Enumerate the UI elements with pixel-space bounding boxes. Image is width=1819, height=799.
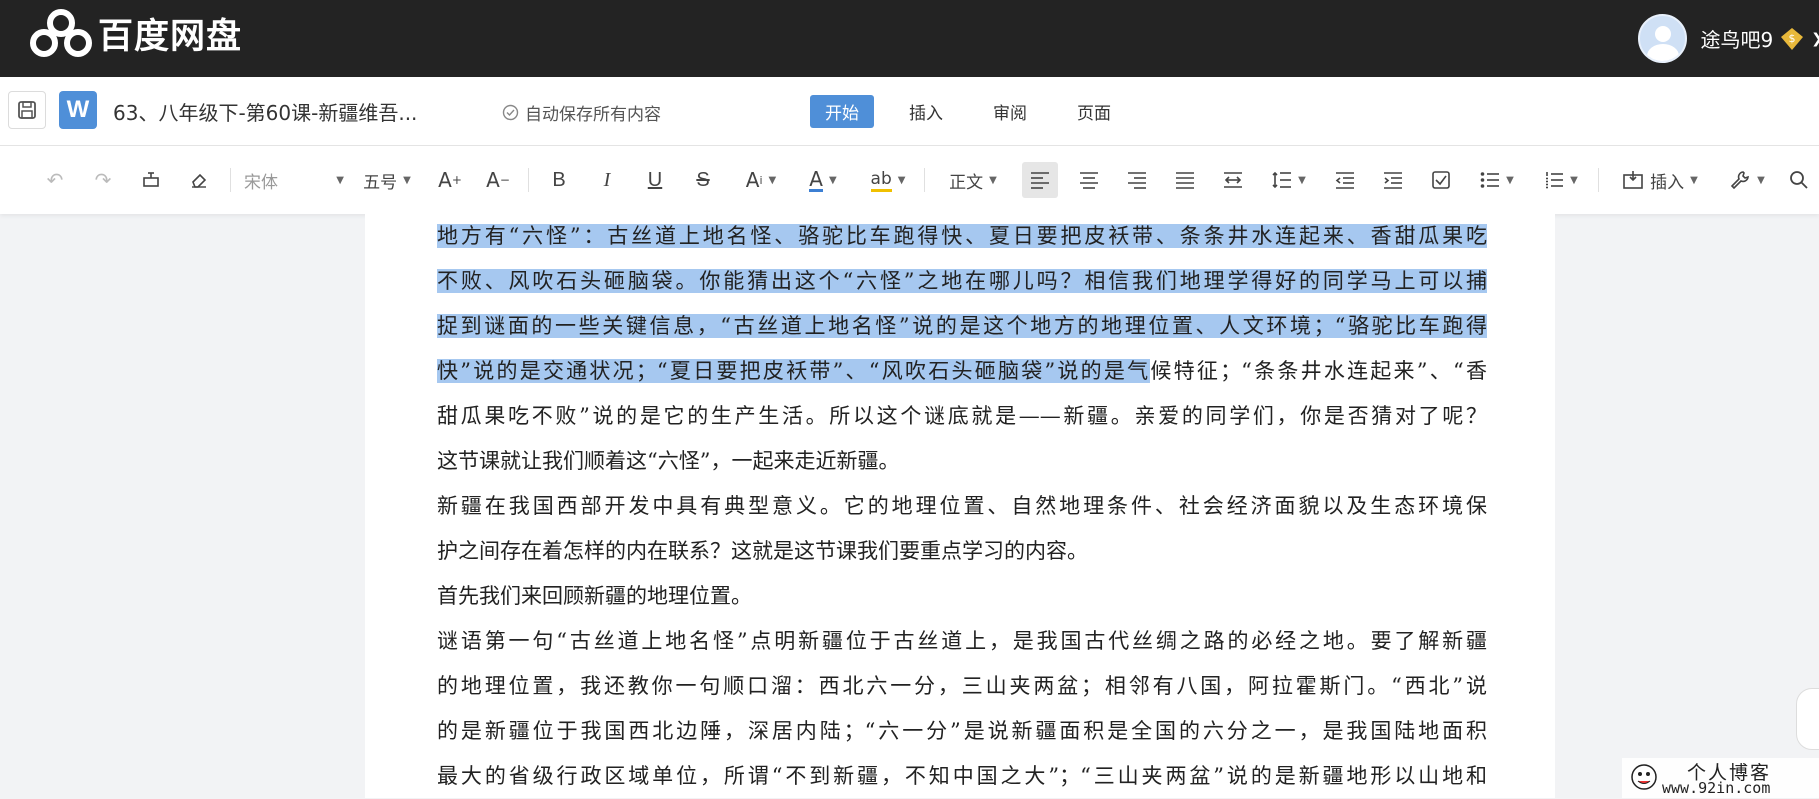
autosave-label: 自动保存所有内容 bbox=[525, 105, 661, 125]
align-left-icon[interactable] bbox=[1022, 162, 1058, 198]
paragraph-style-select[interactable]: 正文 ▼ bbox=[940, 146, 1006, 214]
document-line[interactable]: 新疆在我国西部开发中具有典型意义。它的地理位置、自然地理条件、社会经济面貌以及生… bbox=[437, 484, 1487, 529]
menu-tabs: 开始 插入 审阅 页面 bbox=[810, 95, 1146, 128]
document-titlebar: W 63、八年级下-第60课-新疆维吾... 自动保存所有内容 开始 插入 审阅… bbox=[0, 77, 1819, 146]
increase-font-icon[interactable]: A + bbox=[436, 146, 464, 214]
checkbox-list-icon[interactable] bbox=[1426, 146, 1456, 214]
paragraph-text[interactable]: 甜瓜果吃不败”说的是它的生产生活。所以这个谜底就是——新疆。亲爱的同学们，你是否… bbox=[437, 404, 1487, 428]
italic-icon[interactable]: I bbox=[594, 146, 620, 214]
align-right-icon[interactable] bbox=[1122, 146, 1152, 214]
username[interactable]: 途鸟吧9 bbox=[1701, 24, 1774, 53]
document-line[interactable]: 地方有“六怪”：古丝道上地名怪、骆驼比车跑得快、夏日要把皮袄带、条条井水连起来、… bbox=[437, 214, 1487, 259]
formatting-toolbar: ↶ ↷ 宋体 ▼ 五号 ▼ A + A − B I U S Ai ▼ A ▼ ab ▼ 正文 ▼… bbox=[0, 146, 1819, 214]
highlight-color-icon[interactable]: ab ▼ bbox=[864, 146, 912, 214]
document-line[interactable]: 的地理位置，我还教你一句顺口溜：西北六一分，三山夹两盆；相邻有八国，阿拉霍斯门。… bbox=[437, 664, 1487, 709]
autosave-status: 自动保存所有内容 bbox=[502, 100, 661, 125]
font-family-value: 宋体 bbox=[244, 172, 278, 193]
bullet-list-icon[interactable]: ▼ bbox=[1474, 146, 1520, 214]
avatar[interactable] bbox=[1637, 14, 1687, 63]
document-line[interactable]: 这节课就让我们顺着这“六怪”，一起来走近新疆。 bbox=[437, 439, 1487, 484]
chevron-down-icon: ▼ bbox=[989, 174, 997, 186]
chevron-down-icon[interactable]: ❯ bbox=[1811, 31, 1819, 47]
document-line[interactable]: 最大的省级行政区域单位，所谓“不到新疆，不知中国之大”；“三山夹两盆”说的是新疆… bbox=[437, 754, 1487, 799]
tools-wrench-icon[interactable]: ▼ bbox=[1724, 146, 1770, 214]
chevron-down-icon: ▼ bbox=[403, 174, 411, 186]
paragraph-text[interactable]: 最大的省级行政区域单位，所谓“不到新疆，不知中国之大”；“三山夹两盆”说的是新疆… bbox=[437, 764, 1487, 788]
align-center-icon[interactable] bbox=[1074, 146, 1104, 214]
selected-text[interactable]: 地方有“六怪”：古丝道上地名怪、骆驼比车跑得快、夏日要把皮袄带、条条井水连起来、… bbox=[437, 224, 1487, 248]
numbered-list-icon[interactable]: ▼ bbox=[1538, 146, 1584, 214]
font-family-select[interactable]: 宋体 ▼ bbox=[244, 146, 344, 214]
decrease-indent-icon[interactable] bbox=[1330, 146, 1360, 214]
superscript-icon[interactable]: Ai ▼ bbox=[738, 146, 784, 214]
document-line[interactable]: 捉到谜面的一些关键信息，“古丝道上地名怪”说的是这个地方的地理位置、人文环境；“… bbox=[437, 304, 1487, 349]
undo-icon[interactable]: ↶ bbox=[40, 146, 70, 214]
selected-text[interactable]: 不败、风吹石头砸脑袋。你能猜出这个“六怪”之地在哪儿吗？相信我们地理学得好的同学… bbox=[437, 269, 1487, 293]
save-button[interactable] bbox=[8, 91, 46, 129]
paragraph-text[interactable]: 护之间存在着怎样的内在联系？这就是这节课我们要重点学习的内容。 bbox=[437, 539, 1088, 563]
document-line[interactable]: 谜语第一句“古丝道上地名怪”点明新疆位于古丝道上，是我国古代丝绸之路的必经之地。… bbox=[437, 619, 1487, 664]
insert-label: 插入 bbox=[1650, 172, 1685, 193]
document-line[interactable]: 首先我们来回顾新疆的地理位置。 bbox=[437, 574, 1487, 619]
cloud-logo-icon bbox=[30, 8, 92, 57]
insert-menu-button[interactable]: 插入 ▼ bbox=[1614, 146, 1706, 214]
document-line[interactable]: 甜瓜果吃不败”说的是它的生产生活。所以这个谜底就是——新疆。亲爱的同学们，你是否… bbox=[437, 394, 1487, 439]
paragraph-text[interactable]: 首先我们来回顾新疆的地理位置。 bbox=[437, 584, 752, 608]
paragraph-text[interactable]: 候特征；“条条井水连起来”、“香 bbox=[1150, 359, 1487, 383]
format-painter-icon[interactable] bbox=[136, 146, 166, 214]
paragraph-text[interactable]: 的地理位置，我还教你一句顺口溜：西北六一分，三山夹两盆；相邻有八国，阿拉霍斯门。… bbox=[437, 674, 1487, 698]
watermark-url: www.92in.com bbox=[1662, 779, 1771, 797]
paragraph-style-value: 正文 bbox=[949, 172, 984, 193]
increase-indent-icon[interactable] bbox=[1378, 146, 1408, 214]
decrease-font-icon[interactable]: A − bbox=[484, 146, 512, 214]
font-size-select[interactable]: 五号 ▼ bbox=[358, 146, 416, 214]
brand-name: 百度网盘 bbox=[98, 17, 243, 57]
paragraph-text[interactable]: 新疆在我国西部开发中具有典型意义。它的地理位置、自然地理条件、社会经济面貌以及生… bbox=[437, 494, 1487, 518]
chevron-down-icon: ▼ bbox=[336, 174, 344, 186]
document-line[interactable]: 不败、风吹石头砸脑袋。你能猜出这个“六怪”之地在哪儿吗？相信我们地理学得好的同学… bbox=[437, 259, 1487, 304]
svg-text:$: $ bbox=[1789, 32, 1796, 45]
font-size-value: 五号 bbox=[363, 172, 398, 193]
eraser-icon[interactable] bbox=[184, 146, 214, 214]
tab-review[interactable]: 审阅 bbox=[978, 95, 1042, 128]
document-title[interactable]: 63、八年级下-第60课-新疆维吾... bbox=[113, 97, 417, 126]
document-line[interactable]: 的是新疆位于我国西北边陲，深居内陆；“六一分”是说新疆面积是全国的六分之一，是我… bbox=[437, 709, 1487, 754]
blog-watermark: 个人博客 www.92in.com bbox=[1622, 758, 1819, 798]
baidu-netdisk-logo[interactable]: 百度网盘 bbox=[30, 8, 242, 59]
save-icon bbox=[18, 101, 36, 119]
underline-icon[interactable]: U bbox=[642, 146, 668, 214]
check-circle-icon bbox=[502, 104, 519, 121]
search-icon[interactable] bbox=[1784, 146, 1814, 214]
app-header: 百度网盘 途鸟吧9 $ ❯ bbox=[0, 0, 1819, 77]
distributed-align-icon[interactable] bbox=[1218, 146, 1248, 214]
strikethrough-icon[interactable]: S bbox=[690, 146, 716, 214]
mascot-icon bbox=[1631, 764, 1657, 790]
document-line[interactable]: 快”说的是交通状况；“夏日要把皮袄带”、“风吹石头砸脑袋”说的是气候特征；“条条… bbox=[437, 349, 1487, 394]
font-color-icon[interactable]: A ▼ bbox=[800, 146, 846, 214]
bold-icon[interactable]: B bbox=[546, 146, 572, 214]
selected-text[interactable]: 快”说的是交通状况；“夏日要把皮袄带”、“风吹石头砸脑袋”说的是气 bbox=[437, 359, 1151, 383]
selected-text[interactable]: 捉到谜面的一些关键信息，“古丝道上地名怪”说的是这个地方的地理位置、人文环境；“… bbox=[437, 314, 1487, 338]
paragraph-text[interactable]: 谜语第一句“古丝道上地名怪”点明新疆位于古丝道上，是我国古代丝绸之路的必经之地。… bbox=[437, 629, 1487, 653]
tab-insert[interactable]: 插入 bbox=[894, 95, 958, 128]
vip-diamond-icon: $ bbox=[1781, 27, 1804, 50]
document-body[interactable]: 地方有“六怪”：古丝道上地名怪、骆驼比车跑得快、夏日要把皮袄带、条条井水连起来、… bbox=[437, 214, 1487, 799]
user-menu[interactable]: 途鸟吧9 $ ❯ bbox=[1637, 0, 1819, 77]
paragraph-text[interactable]: 的是新疆位于我国西北边陲，深居内陆；“六一分”是说新疆面积是全国的六分之一，是我… bbox=[437, 719, 1487, 743]
document-line[interactable]: 护之间存在着怎样的内在联系？这就是这节课我们要重点学习的内容。 bbox=[437, 529, 1487, 574]
line-spacing-icon[interactable]: ▼ bbox=[1266, 146, 1312, 214]
insert-icon bbox=[1623, 171, 1643, 189]
paragraph-text[interactable]: 这节课就让我们顺着这“六怪”，一起来走近新疆。 bbox=[437, 449, 899, 473]
justify-icon[interactable] bbox=[1170, 146, 1200, 214]
tab-start[interactable]: 开始 bbox=[810, 95, 874, 128]
redo-icon[interactable]: ↷ bbox=[88, 146, 118, 214]
tab-page[interactable]: 页面 bbox=[1062, 95, 1126, 128]
floating-helper-icon[interactable] bbox=[1796, 688, 1819, 750]
word-doc-icon: W bbox=[59, 91, 97, 129]
